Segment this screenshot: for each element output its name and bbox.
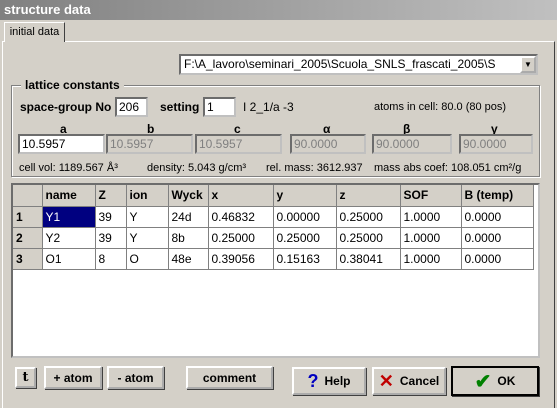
setting-input[interactable]: 1 xyxy=(203,97,236,117)
cell-name[interactable]: Y1 xyxy=(42,206,96,228)
delete-atom-label: - atom xyxy=(117,370,154,385)
relative-mass: rel. mass: 3612.937 xyxy=(266,162,363,174)
param-alpha-input: 90.0000 xyxy=(290,134,366,154)
help-button[interactable]: ? Help xyxy=(292,367,366,395)
atoms-in-cell: atoms in cell: 80.0 (80 pos) xyxy=(374,101,507,113)
table-header-row: name Z ion Wyck x y z SOF B (temp) xyxy=(13,185,534,207)
chevron-down-icon[interactable]: ▼ xyxy=(520,56,536,73)
checkmark-icon: ✔ xyxy=(474,370,492,393)
column-header: ion xyxy=(126,185,169,207)
row-number: 2 xyxy=(13,227,43,249)
cell-y[interactable]: 0.15163 xyxy=(273,248,337,270)
param-c-input: 10.5957 xyxy=(195,134,282,154)
column-header: Wyck xyxy=(168,185,209,207)
ok-label: OK xyxy=(497,374,516,388)
param-gamma-input: 90.0000 xyxy=(459,134,533,154)
file-path-combo[interactable]: F:\A_lavoro\seminari_2005\Scuola_SNLS_fr… xyxy=(179,54,538,75)
help-label: Help xyxy=(324,374,351,388)
text-icon-button[interactable]: t xyxy=(15,367,36,388)
cell-btemp[interactable]: 0.0000 xyxy=(461,248,534,270)
cell-sof[interactable]: 1.0000 xyxy=(400,248,462,270)
cell-name[interactable]: Y2 xyxy=(42,227,96,249)
window-title: structure data xyxy=(0,0,557,20)
atoms-table[interactable]: name Z ion Wyck x y z SOF B (temp) 1 Y1 … xyxy=(11,183,540,358)
column-header: z xyxy=(336,185,401,207)
cell-ion[interactable]: Y xyxy=(126,227,169,249)
cell-x[interactable]: 0.39056 xyxy=(208,248,274,270)
comment-label: comment xyxy=(202,370,257,385)
cell-z[interactable]: 39 xyxy=(95,206,127,228)
cell-volume: cell vol: 1189.567 Å³ xyxy=(19,162,118,174)
column-header: B (temp) xyxy=(461,185,534,207)
tab-initial-data[interactable]: initial data xyxy=(4,22,65,42)
param-beta-input: 90.0000 xyxy=(372,134,452,154)
cell-z-coord[interactable]: 0.25000 xyxy=(336,206,401,228)
cell-ion[interactable]: Y xyxy=(126,206,169,228)
delete-atom-button[interactable]: - atom xyxy=(107,366,164,389)
density: density: 5.043 g/cm³ xyxy=(147,162,247,174)
comment-button[interactable]: comment xyxy=(186,366,273,389)
close-icon: ✕ xyxy=(378,370,394,391)
cell-btemp[interactable]: 0.0000 xyxy=(461,227,534,249)
param-b-input: 10.5957 xyxy=(106,134,193,154)
cell-x[interactable]: 0.46832 xyxy=(208,206,274,228)
cell-wyck[interactable]: 8b xyxy=(168,227,209,249)
cancel-button[interactable]: ✕ Cancel xyxy=(372,367,446,395)
column-header xyxy=(13,185,43,207)
setting-label: setting xyxy=(160,100,200,114)
text-cursor-icon: t xyxy=(22,370,29,385)
file-path-value: F:\A_lavoro\seminari_2005\Scuola_SNLS_fr… xyxy=(184,57,496,71)
lattice-group-title: lattice constants xyxy=(21,78,124,92)
cell-z-coord[interactable]: 0.25000 xyxy=(336,227,401,249)
cell-y[interactable]: 0.25000 xyxy=(273,227,337,249)
row-number: 1 xyxy=(13,206,43,228)
row-number: 3 xyxy=(13,248,43,270)
cancel-label: Cancel xyxy=(399,374,440,388)
column-header: x xyxy=(208,185,274,207)
table-row[interactable]: 2 Y2 39 Y 8b 0.25000 0.25000 0.25000 1.0… xyxy=(13,227,534,249)
table-row[interactable]: 3 O1 8 O 48e 0.39056 0.15163 0.38041 1.0… xyxy=(13,248,534,270)
column-header: Z xyxy=(95,185,127,207)
cell-ion[interactable]: O xyxy=(126,248,169,270)
cell-wyck[interactable]: 48e xyxy=(168,248,209,270)
cell-z[interactable]: 39 xyxy=(95,227,127,249)
ok-button[interactable]: ✔ OK xyxy=(451,366,539,396)
column-header: y xyxy=(273,185,337,207)
cell-x[interactable]: 0.25000 xyxy=(208,227,274,249)
cell-sof[interactable]: 1.0000 xyxy=(400,227,462,249)
spacegroup-symbol: I 2_1/a -3 xyxy=(243,100,294,114)
cell-z[interactable]: 8 xyxy=(95,248,127,270)
add-atom-button[interactable]: + atom xyxy=(44,366,102,389)
cell-sof[interactable]: 1.0000 xyxy=(400,206,462,228)
spacegroup-input[interactable]: 206 xyxy=(115,97,148,117)
cell-btemp[interactable]: 0.0000 xyxy=(461,206,534,228)
table-row[interactable]: 1 Y1 39 Y 24d 0.46832 0.00000 0.25000 1.… xyxy=(13,206,534,228)
column-header: name xyxy=(42,185,96,207)
param-a-input[interactable]: 10.5957 xyxy=(18,134,105,154)
mass-abs-coef: mass abs coef: 108.051 cm²/g xyxy=(374,162,522,174)
cell-wyck[interactable]: 24d xyxy=(168,206,209,228)
add-atom-label: + atom xyxy=(53,370,93,385)
spacegroup-label: space-group No xyxy=(20,100,112,114)
cell-y[interactable]: 0.00000 xyxy=(273,206,337,228)
help-icon: ? xyxy=(307,370,319,391)
column-header: SOF xyxy=(400,185,462,207)
cell-name[interactable]: O1 xyxy=(42,248,96,270)
cell-z-coord[interactable]: 0.38041 xyxy=(336,248,401,270)
